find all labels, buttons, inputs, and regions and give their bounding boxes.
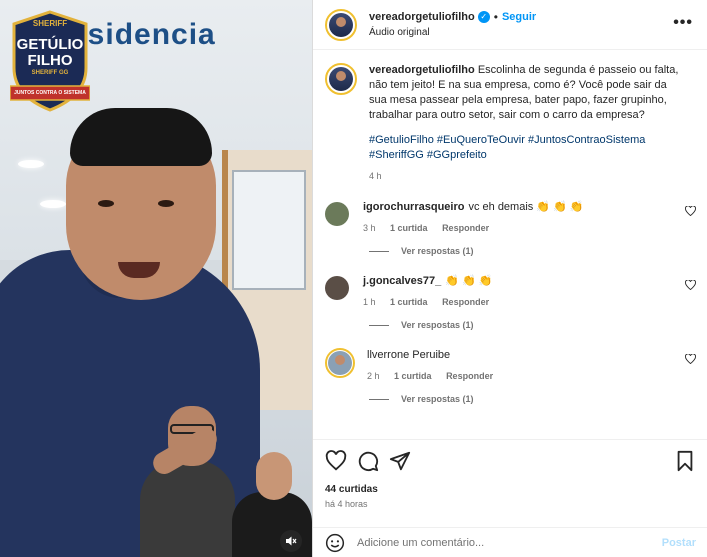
follow-button[interactable]: Seguir [502,9,536,25]
ceiling-light [40,200,66,208]
view-replies-label: Ver respostas (1) [401,246,474,256]
sheriff-badge-logo: SHERIFF GETÚLIO FILHO SHERIFF GG JUNTOS … [9,10,91,112]
commenter-avatar[interactable] [325,276,349,300]
post-header: vereadorgetuliofilho ✓ • Seguir Áudio or… [313,0,707,50]
heart-icon[interactable] [325,450,347,472]
verified-badge-icon: ✓ [477,10,490,23]
office-window [232,170,306,290]
man-hair [70,108,212,166]
caption-time: 4 h [369,171,382,181]
caption-username[interactable]: vereadorgetuliofilho [369,64,475,76]
badge-top: SHERIFF [32,19,68,28]
comments-list[interactable]: vereadorgetuliofilho Escolinha de segund… [313,51,707,439]
reply-button[interactable]: Responder [442,297,489,307]
background-person [140,400,235,557]
comment-likes[interactable]: 1 curtida [390,297,428,307]
comment-text: vc eh demais 👏 👏 👏 [468,201,584,213]
original-audio-link[interactable]: Áudio original [369,25,536,41]
bookmark-icon[interactable] [674,450,696,472]
add-comment-bar: Postar [313,527,707,557]
share-icon[interactable] [389,450,411,472]
comment-like-heart-icon[interactable] [685,279,696,293]
comment-time: 1 h [363,297,376,307]
commenter-avatar[interactable] [325,348,355,378]
post-caption: vereadorgetuliofilho Escolinha de segund… [313,51,707,184]
comment-item: igorochurrasqueiro vc eh demais 👏 👏 👏 3 h… [313,200,707,236]
comment-icon[interactable] [357,450,379,472]
post-time-ago: há 4 horas [325,499,368,509]
comment-item: llverrone Peruibe 2 h 1 curtida Responde… [313,348,707,384]
commenter-username[interactable]: llverrone Peruibe [367,349,450,361]
badge-name-line2: FILHO [27,52,73,69]
separator-dot: • [493,9,498,24]
commenter-username[interactable]: j.goncalves77_ [363,275,441,287]
post-details-panel: vereadorgetuliofilho ✓ • Seguir Áudio or… [312,0,707,557]
comment-likes[interactable]: 1 curtida [394,371,432,381]
post-comment-button[interactable]: Postar [662,537,696,549]
commenter-avatar[interactable] [325,202,349,226]
view-replies-label: Ver respostas (1) [401,394,474,404]
badge-sub: SHERIFF GG [31,70,69,76]
author-avatar[interactable] [325,8,357,41]
view-replies-button[interactable]: Ver respostas (1) [369,394,707,404]
comment-like-heart-icon[interactable] [685,353,696,367]
comment-text: 👏 👏 👏 [445,275,493,287]
man-eye [158,200,174,207]
comment-like-heart-icon[interactable] [685,205,696,219]
post-actions: 44 curtidas há 4 horas [313,439,707,509]
reply-button[interactable]: Responder [442,223,489,233]
comment-likes[interactable]: 1 curtida [390,223,428,233]
badge-ribbon: JUNTOS CONTRA O SISTEMA [14,90,86,96]
view-replies-button[interactable]: Ver respostas (1) [369,246,707,256]
author-username[interactable]: vereadorgetuliofilho [369,9,475,25]
emoji-icon[interactable] [325,533,345,553]
view-replies-label: Ver respostas (1) [401,320,474,330]
man-eye [98,200,114,207]
ceiling-light [18,160,44,168]
speaker-muted-icon[interactable] [280,530,302,552]
comment-item: j.goncalves77_ 👏 👏 👏 1 h 1 curtida Respon… [313,274,707,310]
caption-hashtags[interactable]: #GetulioFilho #EuQueroTeOuvir #JuntosCon… [369,133,679,163]
commenter-username[interactable]: igorochurrasqueiro [363,201,464,213]
comment-time: 3 h [363,223,376,233]
likes-count[interactable]: 44 curtidas [325,484,696,495]
badge-name-line1: GETÚLIO [16,36,84,53]
view-replies-button[interactable]: Ver respostas (1) [369,320,707,330]
post-video[interactable]: esidencia SHERIFF GETÚLIO FILHO SHERIFF … [0,0,312,557]
reply-button[interactable]: Responder [446,371,493,381]
more-horizontal-icon[interactable]: ••• [673,14,693,32]
caption-avatar[interactable] [325,63,357,95]
comment-input[interactable] [357,536,662,549]
wall-sign: esidencia [70,18,216,51]
comment-time: 2 h [367,371,380,381]
